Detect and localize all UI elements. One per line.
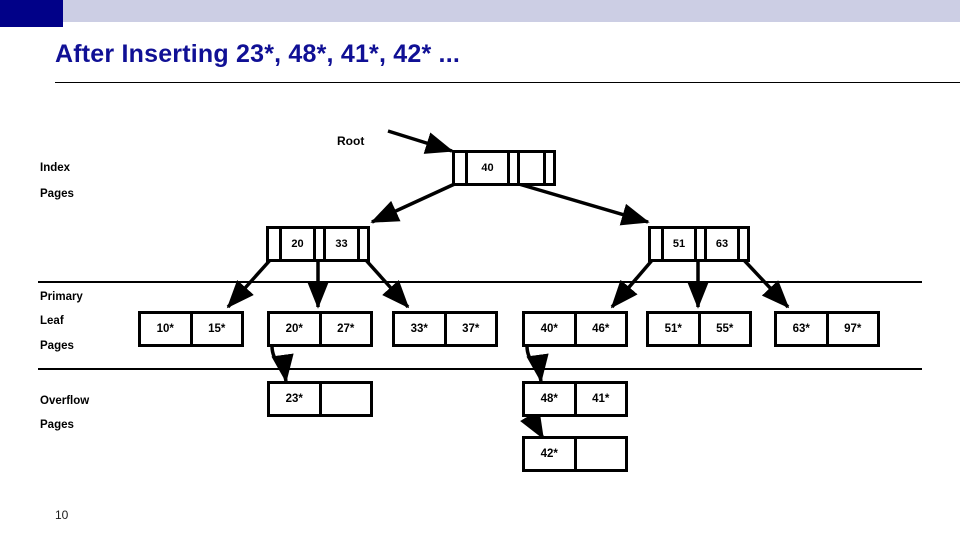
overflow-3-cell-0: 42*: [525, 439, 574, 469]
leaf-5-cell-0: 51*: [649, 314, 698, 344]
root-cell-4: [543, 153, 553, 183]
primary-label: Primary: [40, 291, 83, 303]
slide-canvas: After Inserting 23*, 48*, 41*, 42* ... R…: [0, 0, 960, 540]
index-leaf-divider: [38, 281, 922, 283]
leaf-4-cell-1: 46*: [573, 314, 625, 344]
index-left-cell-0: [269, 229, 279, 259]
leaf-1-cell-1: 15*: [189, 314, 241, 344]
index-right-cell-3: 63: [704, 229, 737, 259]
leaf-node-5[interactable]: 51* 55*: [646, 311, 752, 347]
overflow-3-cell-1: [573, 439, 625, 469]
leaf-node-3[interactable]: 33* 37*: [392, 311, 498, 347]
leaf-node-6[interactable]: 63* 97*: [774, 311, 880, 347]
index-left-cell-3: 33: [323, 229, 357, 259]
overflow-1-cell-1: [318, 384, 370, 414]
leaf-3-cell-0: 33*: [395, 314, 444, 344]
root-cell-1: 40: [465, 153, 507, 183]
index-right-cell-1: 51: [661, 229, 694, 259]
index-left-cell-2: [313, 229, 323, 259]
primary-pages-label: Pages: [40, 340, 74, 352]
title-divider: [55, 82, 960, 83]
index-left-cell-4: [357, 229, 367, 259]
root-node[interactable]: 40: [452, 150, 556, 186]
overflow-1-cell-0: 23*: [270, 384, 319, 414]
index-node-right[interactable]: 51 63: [648, 226, 750, 262]
leaf-node-1[interactable]: 10* 15*: [138, 311, 244, 347]
header-band: [0, 0, 960, 22]
leaf-4-cell-0: 40*: [525, 314, 574, 344]
header-accent-block: [0, 0, 63, 27]
leaf-2-cell-1: 27*: [318, 314, 370, 344]
tree-edges: [226, 129, 790, 440]
root-label: Root: [337, 134, 365, 148]
index-label: Index: [40, 162, 71, 174]
root-cell-2: [507, 153, 517, 183]
index-right-cell-2: [694, 229, 704, 259]
leaf-node-2[interactable]: 20* 27*: [267, 311, 373, 347]
leaf-label: Leaf: [40, 315, 64, 327]
page-number: 10: [55, 508, 69, 522]
index-pages-label: Pages: [40, 188, 74, 200]
page-title: After Inserting 23*, 48*, 41*, 42* ...: [55, 40, 460, 68]
overflow-2-cell-0: 48*: [525, 384, 574, 414]
index-node-left[interactable]: 20 33: [266, 226, 370, 262]
leaf-5-cell-1: 55*: [697, 314, 749, 344]
leaf-6-cell-0: 63*: [777, 314, 826, 344]
overflow-pages-label: Pages: [40, 419, 74, 431]
overflow-label: Overflow: [40, 395, 90, 407]
overflow-node-42[interactable]: 42*: [522, 436, 628, 472]
index-left-cell-1: 20: [279, 229, 313, 259]
overflow-node-23[interactable]: 23*: [267, 381, 373, 417]
leaf-node-4[interactable]: 40* 46*: [522, 311, 628, 347]
overflow-2-cell-1: 41*: [573, 384, 625, 414]
leaf-2-cell-0: 20*: [270, 314, 319, 344]
overflow-node-48-41[interactable]: 48* 41*: [522, 381, 628, 417]
leaf-overflow-divider: [38, 368, 922, 370]
index-right-cell-4: [737, 229, 747, 259]
root-cell-3: [517, 153, 543, 183]
index-right-cell-0: [651, 229, 661, 259]
leaf-3-cell-1: 37*: [443, 314, 495, 344]
leaf-6-cell-1: 97*: [825, 314, 877, 344]
root-cell-0: [455, 153, 465, 183]
leaf-1-cell-0: 10*: [141, 314, 190, 344]
